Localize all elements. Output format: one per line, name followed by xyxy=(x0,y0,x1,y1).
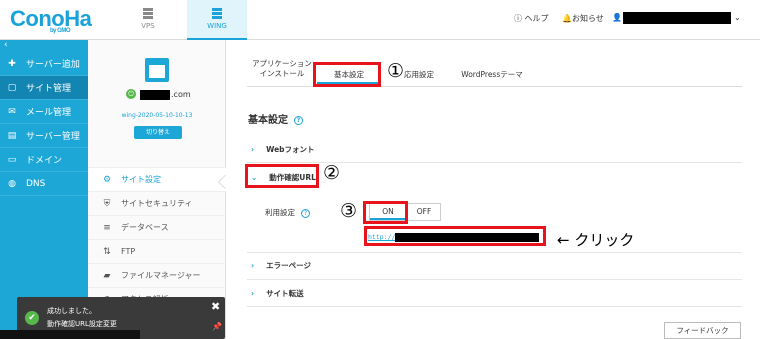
site-subnav: ⏻ .com wing-2020-05-10-10-13 切り替え ⚙ サイト設定… xyxy=(88,40,233,339)
sidebar-item-server[interactable]: ▤ サーバー管理 xyxy=(0,124,88,148)
close-icon[interactable]: ✖ xyxy=(211,300,220,313)
divider xyxy=(247,306,742,307)
conoha-logo[interactable]: ConoHa by GMO xyxy=(10,6,92,34)
accordion-web-font[interactable]: › Webフォント xyxy=(251,144,315,155)
divider xyxy=(247,162,742,163)
divider xyxy=(247,252,742,253)
server-name: wing-2020-05-10-10-13 xyxy=(121,112,193,119)
tab-wordpress-theme[interactable]: WordPressテーマ xyxy=(447,70,537,80)
ftp-icon: ⇅ xyxy=(103,246,111,257)
top-bar: ConoHa by GMO VPS WING ⓘ ヘルプ 🔔お知らせ 👤 ⌄ xyxy=(0,0,760,40)
subnav-item-ftp[interactable]: ⇅ FTP xyxy=(88,239,226,263)
annotation-number-3: ③ xyxy=(340,200,358,222)
subnav-item-security[interactable]: ⛨ サイトセキュリティ xyxy=(88,191,226,215)
mail-icon: ✉ xyxy=(8,106,16,117)
divider xyxy=(247,279,742,280)
bell-icon: 🔔 xyxy=(562,14,572,23)
tab-wing[interactable]: WING xyxy=(187,0,247,40)
chevron-right-icon: › xyxy=(251,261,255,270)
annotation-box-on xyxy=(363,201,408,224)
annotation-number-1: ① xyxy=(387,60,405,82)
server-icon: ▤ xyxy=(7,130,17,141)
chevron-right-icon: › xyxy=(251,145,255,154)
window-icon: ▢ xyxy=(7,82,17,93)
annotation-click-text: ← クリック xyxy=(557,231,635,249)
usage-setting-label: 利用設定? xyxy=(265,207,310,218)
chevron-right-icon: › xyxy=(251,289,255,298)
domain-suffix: .com xyxy=(171,90,191,99)
globe-icon: ◍ xyxy=(8,178,16,189)
user-name-redacted[interactable] xyxy=(623,12,731,24)
server-stack-icon xyxy=(143,8,153,19)
power-status-icon: ⏻ xyxy=(126,89,136,99)
switch-button[interactable]: 切り替え xyxy=(134,126,182,139)
chevron-down-icon[interactable]: ⌄ xyxy=(734,13,741,22)
user-icon[interactable]: 👤 xyxy=(612,13,622,22)
site-window-icon xyxy=(145,58,169,82)
sidebar-item-add-server[interactable]: ✚ サーバー追加 xyxy=(0,52,88,76)
feedback-button[interactable]: フィードバック xyxy=(664,322,741,339)
accordion-site-forward[interactable]: › サイト転送 xyxy=(251,288,304,299)
sidebar-item-site-management[interactable]: ▢ サイト管理 xyxy=(0,76,88,100)
plus-icon: ✚ xyxy=(8,58,16,69)
server-stack-icon xyxy=(212,8,222,19)
site-settings-icon: ⚙ xyxy=(102,174,112,185)
help-link[interactable]: ⓘ ヘルプ xyxy=(514,13,549,24)
folder-icon: ▰ xyxy=(103,270,111,281)
domain-icon: ▭ xyxy=(7,154,17,165)
sidebar-collapse-button[interactable]: ‹ xyxy=(0,40,88,52)
tab-vps[interactable]: VPS xyxy=(118,0,178,40)
subnav-item-database[interactable]: ≡ データベース xyxy=(88,215,226,239)
domain-redacted xyxy=(140,90,170,100)
annotation-number-2: ② xyxy=(323,162,341,184)
database-icon: ≡ xyxy=(103,222,111,233)
main-content: アプリケーション インストール 基本設定 応用設定 WordPressテーマ ①… xyxy=(227,40,760,339)
sidebar-item-dns[interactable]: ◍ DNS xyxy=(0,172,88,196)
annotation-box-check-url xyxy=(245,164,319,188)
section-title: 基本設定? xyxy=(248,111,303,126)
subnav-item-site-settings[interactable]: ⚙ サイト設定 xyxy=(88,167,226,191)
tab-advanced-settings[interactable]: 応用設定 xyxy=(401,70,437,80)
toggle-off-button[interactable]: OFF xyxy=(406,204,442,220)
notice-link[interactable]: 🔔お知らせ xyxy=(562,13,604,24)
toast-message: 成功しました。 xyxy=(47,307,96,315)
help-icon[interactable]: ? xyxy=(294,115,303,125)
tab-app-install[interactable]: アプリケーション インストール xyxy=(251,59,313,79)
annotation-box-url xyxy=(364,226,546,246)
help-icon[interactable]: ? xyxy=(301,208,310,218)
shield-icon: ⛨ xyxy=(103,198,111,209)
bottom-overlay xyxy=(0,330,140,339)
sidebar-item-mail[interactable]: ✉ メール管理 xyxy=(0,100,88,124)
toast-detail: 動作確認URL設定変更 xyxy=(47,320,117,328)
pin-icon[interactable]: 📌 xyxy=(212,322,222,331)
sidebar-item-domain[interactable]: ▭ ドメイン xyxy=(0,148,88,172)
help-circle-icon: ⓘ xyxy=(514,14,522,23)
accordion-error-page[interactable]: › エラーページ xyxy=(251,260,311,271)
annotation-box-tab xyxy=(313,62,381,87)
check-icon: ✔ xyxy=(25,311,39,325)
subnav-item-file-manager[interactable]: ▰ ファイルマネージャー xyxy=(88,263,226,287)
sidebar: ‹ ✚ サーバー追加 ▢ サイト管理 ✉ メール管理 ▤ サーバー管理 ▭ ドメイン ◍ D… xyxy=(0,40,88,339)
